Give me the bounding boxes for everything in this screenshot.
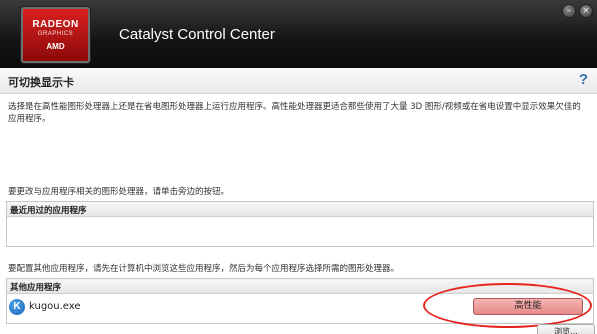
recent-apps-group: 最近用过的应用程序: [6, 201, 594, 247]
logo-line-3: AMD: [46, 42, 65, 51]
recent-apps-header: 最近用过的应用程序: [7, 202, 593, 217]
title-bar: RADEON GRAPHICS AMD Catalyst Control Cen…: [0, 0, 597, 68]
kugou-app-icon: K: [9, 299, 25, 315]
recent-instruction: 要更改与应用程序相关的图形处理器，请单击旁边的按钮。: [8, 187, 230, 197]
other-apps-header: 其他应用程序: [7, 279, 593, 294]
other-instruction: 要配置其他应用程序，请先在计算机中浏览这些应用程序，然后为每个应用程序选择所需的…: [8, 264, 400, 274]
logo-line-1: RADEON: [32, 19, 79, 30]
gpu-mode-button[interactable]: 高性能: [473, 298, 583, 315]
list-item[interactable]: K kugou.exe 高性能: [7, 296, 593, 320]
page-title: 可切换显示卡: [8, 76, 74, 89]
logo-line-2: GRAPHICS: [37, 31, 74, 37]
minimize-icon: –: [566, 6, 572, 16]
page-description: 选择是在高性能图形处理器上还是在省电图形处理器上运行应用程序。高性能处理器更适合…: [8, 102, 581, 124]
close-button[interactable]: ×: [579, 4, 593, 18]
app-name: kugou.exe: [29, 301, 81, 312]
recent-apps-list: [7, 217, 593, 246]
radeon-logo: RADEON GRAPHICS AMD: [21, 7, 90, 63]
app-title: Catalyst Control Center: [119, 26, 275, 43]
browse-button[interactable]: 浏览...: [537, 324, 595, 334]
page-header: 可切换显示卡 ?: [0, 68, 597, 94]
close-icon: ×: [582, 6, 590, 16]
help-icon[interactable]: ?: [579, 71, 588, 88]
minimize-button[interactable]: –: [562, 4, 576, 18]
